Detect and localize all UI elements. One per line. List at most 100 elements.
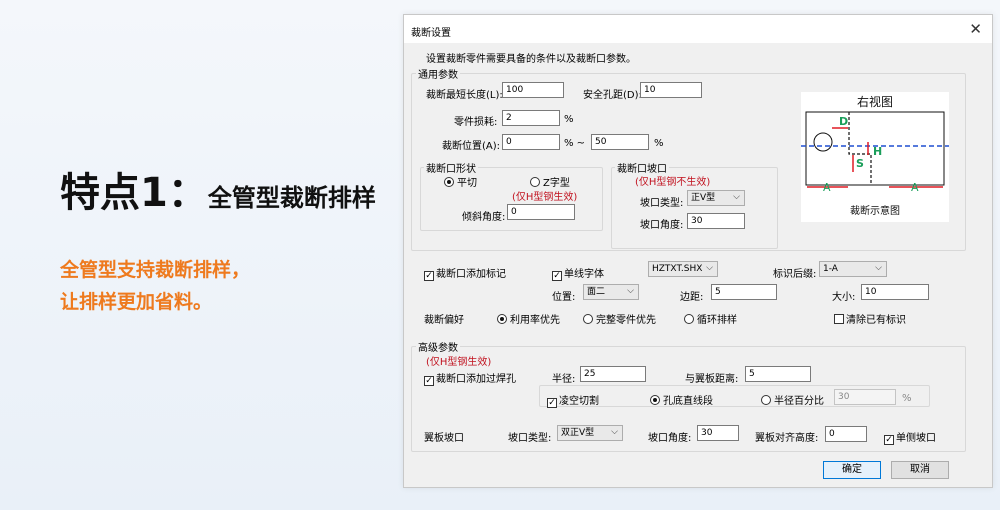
- cut-position-separator: % ~: [564, 138, 586, 149]
- promo-title-feature: 特点1：: [60, 170, 208, 216]
- part-loss-unit: %: [564, 114, 574, 125]
- min-length-label: 裁断最短长度(L):: [426, 90, 503, 101]
- pref-cycle-radio[interactable]: 循环排样: [684, 311, 737, 326]
- radius-label: 半径:: [552, 374, 576, 385]
- radius-percent-input[interactable]: 30: [834, 389, 896, 405]
- radio-off-icon: [761, 395, 771, 405]
- mark-size-label: 大小:: [832, 292, 856, 303]
- diagram-a-label-right: A: [911, 181, 919, 194]
- mark-suffix-select[interactable]: 1-A ⌵: [819, 261, 887, 277]
- cut-preference-label: 裁断偏好: [424, 315, 464, 326]
- chevron-down-icon: ⌵: [627, 286, 634, 296]
- radius-input[interactable]: 25: [580, 366, 646, 382]
- mark-position-select[interactable]: 面二 ⌵: [583, 284, 639, 300]
- single-side-bevel-checkbox[interactable]: ✓ 单侧坡口: [884, 429, 936, 445]
- cut-diagram-svg: 右视图 D S H A A 裁断示意图: [801, 94, 949, 217]
- wing-distance-input[interactable]: 5: [745, 366, 811, 382]
- cancel-button[interactable]: 取消: [891, 461, 949, 479]
- checkbox-checked-icon: ✓: [552, 271, 562, 281]
- wing-distance-label: 与翼板距离:: [685, 374, 739, 385]
- dialog-intro: 设置裁断零件需要具备的条件以及裁断口参数。: [426, 54, 636, 65]
- cross-cut-checkbox[interactable]: ✓ 凌空切割: [547, 392, 599, 408]
- cut-position-label: 裁断位置(A):: [442, 141, 501, 152]
- wing-align-input[interactable]: 0: [825, 426, 867, 442]
- shape-flat-radio[interactable]: 平切: [444, 174, 477, 189]
- close-icon[interactable]: ✕: [969, 20, 982, 38]
- single-line-font-checkbox[interactable]: ✓ 单线字体: [552, 265, 604, 281]
- hole-distance-input[interactable]: 10: [640, 82, 702, 98]
- diagram-s-label: S: [856, 157, 864, 170]
- wing-bevel-type-select[interactable]: 双正V型 ⌵: [557, 425, 623, 441]
- checkbox-checked-icon: ✓: [424, 271, 434, 281]
- radius-percent-unit: %: [902, 393, 912, 404]
- cut-shape-legend: 裁断口形状: [424, 160, 478, 175]
- chevron-down-icon: ⌵: [611, 427, 618, 437]
- promo-title: 特点1：全管型裁断排样: [60, 160, 376, 218]
- clear-marks-checkbox[interactable]: 清除已有标识: [834, 311, 906, 326]
- cut-position-unit: %: [654, 138, 664, 149]
- chevron-down-icon: ⌵: [733, 192, 740, 202]
- wing-bevel-label: 翼板坡口: [424, 433, 464, 444]
- mark-suffix-label: 标识后缀:: [773, 269, 817, 280]
- checkbox-unchecked-icon: [834, 314, 844, 324]
- dialog-title: 裁断设置: [411, 28, 451, 39]
- cut-position-from-input[interactable]: 0: [502, 134, 560, 150]
- cut-position-to-input[interactable]: 50: [591, 134, 649, 150]
- part-loss-label: 零件损耗:: [454, 117, 498, 128]
- shape-h-note: (仅H型钢生效): [512, 192, 578, 203]
- cut-diagram: 右视图 D S H A A 裁断示意图: [801, 92, 949, 222]
- mark-margin-label: 边距:: [680, 292, 704, 303]
- pref-utilization-radio[interactable]: 利用率优先: [497, 311, 560, 326]
- min-length-input[interactable]: 100: [502, 82, 564, 98]
- diagram-a-label-left: A: [823, 181, 831, 194]
- promo-desc-line-2: 让排样更加省料。: [60, 291, 213, 313]
- chevron-down-icon: ⌵: [875, 263, 882, 273]
- bevel-type-label: 坡口类型:: [640, 198, 684, 209]
- radio-off-icon: [684, 314, 694, 324]
- checkbox-checked-icon: ✓: [547, 398, 557, 408]
- part-loss-input[interactable]: 2: [502, 110, 560, 126]
- diagram-title: 右视图: [857, 94, 893, 109]
- bevel-note: (仅H型钢不生效): [635, 177, 711, 188]
- wing-bevel-angle-input[interactable]: 30: [697, 425, 739, 441]
- tilt-angle-label: 倾斜角度:: [462, 212, 506, 223]
- checkbox-checked-icon: ✓: [884, 435, 894, 445]
- radius-percent-radio[interactable]: 半径百分比: [761, 392, 824, 407]
- mark-size-input[interactable]: 10: [861, 284, 929, 300]
- radio-off-icon: [583, 314, 593, 324]
- pref-complete-radio[interactable]: 完整零件优先: [583, 311, 656, 326]
- bevel-type-select[interactable]: 正V型 ⌵: [687, 190, 745, 206]
- mark-margin-input[interactable]: 5: [711, 284, 777, 300]
- radio-on-icon: [497, 314, 507, 324]
- radio-off-icon: [530, 177, 540, 187]
- wing-bevel-type-label: 坡口类型:: [508, 433, 552, 444]
- promo-title-text: 全管型裁断排样: [207, 184, 376, 212]
- advanced-note: (仅H型钢生效): [426, 357, 492, 368]
- chevron-down-icon: ⌵: [706, 263, 713, 273]
- checkbox-checked-icon: ✓: [424, 376, 434, 386]
- weld-hole-checkbox[interactable]: ✓ 裁断口添加过焊孔: [424, 370, 516, 386]
- diagram-caption: 裁断示意图: [850, 204, 900, 217]
- font-select[interactable]: HZTXT.SHX ⌵: [648, 261, 718, 277]
- mark-position-label: 位置:: [552, 292, 576, 303]
- advanced-params-legend: 高级参数: [416, 339, 460, 354]
- ok-button[interactable]: 确定: [823, 461, 881, 479]
- diagram-d-label: D: [839, 115, 848, 128]
- general-params-legend: 通用参数: [416, 66, 460, 81]
- diagram-hole: [813, 132, 833, 152]
- wing-align-label: 翼板对齐高度:: [755, 433, 819, 444]
- bevel-angle-label: 坡口角度:: [640, 220, 684, 231]
- bevel-angle-input[interactable]: 30: [687, 213, 745, 229]
- hole-straight-radio[interactable]: 孔底直线段: [650, 392, 713, 407]
- dialog-titlebar: 裁断设置 ✕: [404, 15, 992, 43]
- tilt-angle-input[interactable]: 0: [507, 204, 575, 220]
- shape-z-radio[interactable]: Z字型: [530, 174, 570, 189]
- promo-description: 全管型支持裁断排样， 让排样更加省料。: [60, 254, 250, 318]
- radio-on-icon: [444, 177, 454, 187]
- diagram-h-label: H: [873, 145, 882, 158]
- cut-settings-dialog: 裁断设置 ✕ 设置裁断零件需要具备的条件以及裁断口参数。 通用参数 裁断最短长度…: [403, 14, 993, 488]
- add-mark-checkbox[interactable]: ✓ 裁断口添加标记: [424, 265, 506, 281]
- hole-distance-label: 安全孔距(D):: [583, 90, 642, 101]
- wing-bevel-angle-label: 坡口角度:: [648, 433, 692, 444]
- radio-on-icon: [650, 395, 660, 405]
